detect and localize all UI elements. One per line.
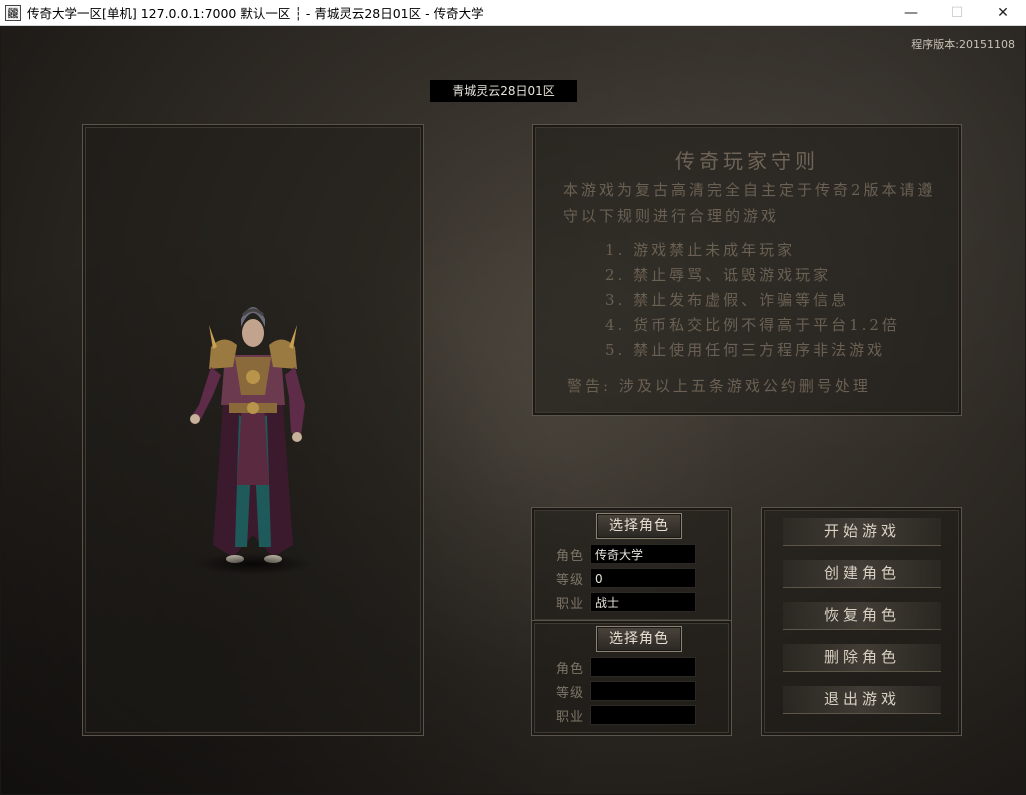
rules-title: 传奇玩家守则 [675, 149, 819, 173]
level-label: 等级 [556, 572, 585, 588]
app-icon: 龖 [5, 4, 21, 21]
warrior-figure-icon [190, 307, 305, 563]
job-value: 战士 [590, 592, 696, 612]
character-shadow [193, 553, 313, 575]
role-value: 传奇大学 [590, 544, 696, 564]
maximize-button: ☐ [950, 5, 964, 21]
role-label: 角色 [556, 548, 585, 564]
character-slot-1[interactable]: 选择角色 角色 传奇大学 等级 0 职业 战士 [531, 507, 732, 623]
slot-role-row: 角色 传奇大学 [556, 544, 696, 564]
slot-job-row: 职业 [556, 705, 696, 725]
rule-item: 3. 禁止发布虚假、诈骗等信息 [605, 291, 850, 309]
role-label: 角色 [556, 661, 585, 677]
create-character-button[interactable]: 创建角色 [783, 560, 941, 588]
level-value [590, 681, 696, 701]
job-label: 职业 [556, 596, 585, 612]
game-client: 程序版本:20151108 青城灵云28日01区 传奇玩家守则 本游戏为复古高清… [1, 26, 1025, 794]
rule-item: 1. 游戏禁止未成年玩家 [605, 241, 796, 259]
slot-job-row: 职业 战士 [556, 592, 696, 612]
character-preview-panel [82, 124, 424, 736]
rules-intro: 本游戏为复古高清完全自主定于传奇2版本请遵守以下规则进行合理的游戏 [563, 181, 936, 225]
role-value [590, 657, 696, 677]
character-figure [173, 285, 333, 585]
select-character-button[interactable]: 选择角色 [596, 626, 682, 652]
level-label: 等级 [556, 685, 585, 701]
minimize-button[interactable]: — [888, 0, 934, 26]
window-titlebar[interactable]: 龖 传奇大学一区[单机] 127.0.0.1:7000 默认一区 ┆ - 青城灵… [0, 0, 1026, 26]
window-controls: — ☐ ✕ [888, 0, 1026, 26]
rule-item: 5. 禁止使用任何三方程序非法游戏 [605, 341, 886, 359]
rules-list: 1. 游戏禁止未成年玩家 2. 禁止辱骂、诋毁游戏玩家 3. 禁止发布虚假、诈骗… [605, 238, 900, 363]
job-label: 职业 [556, 709, 585, 725]
actions-panel: 开始游戏 创建角色 恢复角色 删除角色 退出游戏 [761, 507, 962, 736]
server-name-label: 青城灵云28日01区 [430, 80, 577, 102]
select-character-button[interactable]: 选择角色 [596, 513, 682, 539]
start-game-button[interactable]: 开始游戏 [783, 518, 941, 546]
restore-character-button[interactable]: 恢复角色 [783, 602, 941, 630]
rule-item: 2. 禁止辱骂、诋毁游戏玩家 [605, 266, 832, 284]
close-button[interactable]: ✕ [980, 0, 1026, 26]
version-label: 程序版本:20151108 [911, 38, 1015, 51]
rule-item: 4. 货币私交比例不得高于平台1.2倍 [605, 316, 900, 334]
delete-character-button[interactable]: 删除角色 [783, 644, 941, 672]
job-value [590, 705, 696, 725]
window-title: 传奇大学一区[单机] 127.0.0.1:7000 默认一区 ┆ - 青城灵云2… [27, 6, 484, 21]
slot-level-row: 等级 [556, 681, 696, 701]
rules-panel: 传奇玩家守则 本游戏为复古高清完全自主定于传奇2版本请遵守以下规则进行合理的游戏… [532, 124, 962, 416]
character-slot-2[interactable]: 选择角色 角色 等级 职业 [531, 620, 732, 736]
level-value: 0 [590, 568, 696, 588]
rules-warning: 警告: 涉及以上五条游戏公约删号处理 [567, 377, 871, 395]
slot-role-row: 角色 [556, 657, 696, 677]
slot-level-row: 等级 0 [556, 568, 696, 588]
exit-game-button[interactable]: 退出游戏 [783, 686, 941, 714]
